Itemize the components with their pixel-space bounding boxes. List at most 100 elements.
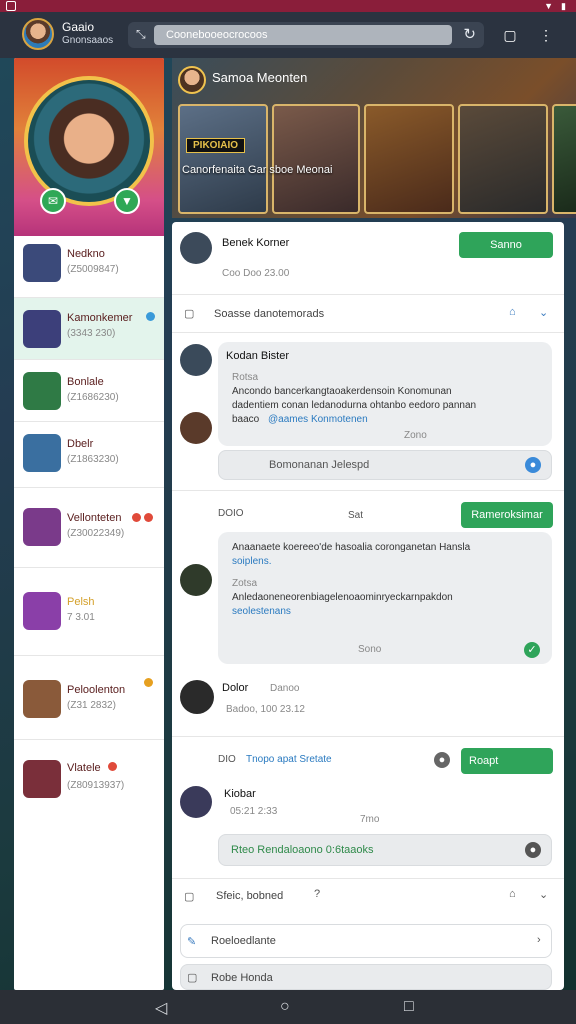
banner-card[interactable] <box>272 104 360 214</box>
game-banner[interactable]: Samoa Meonten PIKOIAIO Canorfenaita Gar … <box>172 58 576 218</box>
top-bar: Gaaio Gnonsaaos ⤡ Coonebooeocrocoos ↻ ▢ … <box>0 12 576 58</box>
sidebar-item-active[interactable]: Kamonkemer (3343 230) <box>14 298 164 360</box>
sidebar-item[interactable]: Pelsh 7 3.01 <box>14 568 164 656</box>
user-name: Gaaio <box>62 20 95 34</box>
square-icon[interactable]: ▢ <box>184 890 194 903</box>
banner-title: Samoa Meonten <box>212 70 308 85</box>
message-right: 7mo <box>360 814 380 825</box>
battery-icon: ▮ <box>561 1 566 11</box>
section-code: DOIO <box>218 508 244 519</box>
send-icon[interactable]: ● <box>525 842 541 858</box>
menu-icon[interactable]: ⋮ <box>536 25 556 45</box>
banner-card[interactable] <box>458 104 548 214</box>
action-row[interactable]: ✎ Roeloedlante › <box>180 924 552 958</box>
message-time: Zono <box>404 430 427 441</box>
sidebar-item[interactable]: Dbelr (Z1863230) <box>14 422 164 488</box>
sidebar-item-name: Vellonteten <box>67 512 122 524</box>
square-icon[interactable]: ▢ <box>184 307 194 320</box>
home-icon[interactable]: ○ <box>280 998 290 1016</box>
search-input[interactable]: Coonebooeocrocoos <box>154 25 452 45</box>
message-line: soiplens. <box>232 556 272 567</box>
banner-card[interactable] <box>178 104 268 214</box>
header-action-button[interactable]: Sanno Woaidan <box>459 232 553 277</box>
expand-icon[interactable]: ⤡ <box>136 27 146 42</box>
wifi-icon: ▼ <box>544 1 554 11</box>
help-icon[interactable]: ? <box>314 888 320 900</box>
online-dot <box>146 312 155 321</box>
contact-name: Benek Korner <box>222 237 290 249</box>
message-line: Anledaoneneorenbiagelenoaominryeckarnpak… <box>232 592 453 603</box>
sidebar-item[interactable]: Vlatele (Z80913937) <box>14 740 164 820</box>
mention-link[interactable]: @aames Konmotenen <box>268 414 368 425</box>
back-icon[interactable]: ◁ <box>155 998 167 1018</box>
divider <box>172 878 564 879</box>
report-button[interactable]: Roapt <box>461 748 553 774</box>
avatar <box>180 232 212 264</box>
window-icon[interactable]: ▢ <box>500 25 520 45</box>
message-icon[interactable]: ✉ <box>40 188 66 214</box>
message-bubble: Kodan Bister Rotsa Ancondo bancerkangtao… <box>218 342 552 446</box>
sidebar-item[interactable]: Peloolenton (Z31 2832) <box>14 656 164 740</box>
sidebar-item[interactable]: Bonlale (Z1686230) <box>14 360 164 422</box>
send-icon[interactable]: ● <box>525 457 541 473</box>
banner-card[interactable] <box>364 104 454 214</box>
reply-input[interactable]: Bomonanan Jelespd ● <box>218 450 552 480</box>
message-author: Kiobar <box>224 788 256 800</box>
avatar <box>180 344 212 376</box>
sidebar-item-sub: (3343 230) <box>67 328 116 339</box>
down-icon[interactable]: ▼ <box>114 188 140 214</box>
home-icon[interactable]: ⌂ <box>509 888 516 900</box>
avatar <box>23 310 61 348</box>
sidebar-item[interactable]: Vellonteten (Z30022349) <box>14 488 164 568</box>
avatar <box>180 564 212 596</box>
avatar <box>180 786 212 818</box>
unread-dot <box>132 513 141 522</box>
user-sub: Badoo, 100 23.12 <box>226 704 305 715</box>
sidebar-item-name: Dbelr <box>67 438 94 450</box>
message-line: Anaanaete koereeo'de hasoalia coronganet… <box>232 542 471 553</box>
message-line: Ancondo bancerkangtaoakerdensoin Konomun… <box>232 386 452 397</box>
section-code: DIO <box>218 754 236 765</box>
chat-sidebar: ✉ ▼ Nedkno (Z5009847) Kamonkemer (3343 2… <box>14 58 164 990</box>
message-line: dadentiem conan ledanodurna ohtanbo eedo… <box>232 400 477 411</box>
profile-hero: ✉ ▼ <box>14 58 164 236</box>
search-bar[interactable]: ⤡ Coonebooeocrocoos ↻ <box>128 22 484 48</box>
refresh-icon[interactable]: ↻ <box>463 25 476 43</box>
unread-dot <box>108 762 117 771</box>
sidebar-item-sub: (Z1863230) <box>67 454 119 465</box>
divider <box>172 332 564 333</box>
square-icon: ▢ <box>187 972 198 984</box>
avatar <box>23 680 61 718</box>
compose-input[interactable]: ▢ Robe Honda <box>180 964 552 990</box>
compose-text: Robe Honda <box>211 972 273 984</box>
chevron-down-icon[interactable]: ⌄ <box>539 306 548 319</box>
system-nav-bar: ◁ ○ □ <box>0 990 576 1024</box>
reply-input[interactable]: Rteo Rendaloaono 0:6taaoks ● <box>218 834 552 866</box>
recents-icon[interactable]: □ <box>404 998 414 1016</box>
sidebar-item[interactable]: Nedkno (Z5009847) <box>14 236 164 298</box>
section-action-button[interactable]: Rameroksimar <box>461 502 553 528</box>
sidebar-item-name: Kamonkemer <box>67 312 133 324</box>
sidebar-item-sub: (Z1686230) <box>67 392 119 403</box>
banner-card[interactable] <box>552 104 576 214</box>
user-avatar[interactable] <box>22 18 54 50</box>
check-icon[interactable]: ✓ <box>524 642 540 658</box>
section-title: Sfeic, bobned <box>216 890 284 902</box>
unread-dot <box>144 513 153 522</box>
notification-icon <box>6 1 16 11</box>
user-name: Dolor <box>222 682 249 694</box>
chevron-down-icon[interactable]: ⌄ <box>539 888 548 901</box>
sidebar-item-sub: (Z31 2832) <box>67 700 116 711</box>
banner-caption: Canorfenaita Gar sboe Meonai <box>182 164 333 176</box>
sidebar-item-sub: (Z30022349) <box>67 528 125 539</box>
sidebar-item-name: Peloolenton <box>67 684 126 696</box>
home-icon[interactable]: ⌂ <box>509 306 516 318</box>
avatar <box>23 434 61 472</box>
message-author: Kodan Bister <box>226 350 289 362</box>
section-link[interactable]: Tnopo apat Sretate <box>246 754 332 765</box>
info-icon[interactable]: ● <box>434 752 450 768</box>
reply-text: Rteo Rendaloaono 0:6taaoks <box>231 844 374 856</box>
hero-avatar[interactable] <box>24 76 154 206</box>
status-bar: ▼ ▮ <box>0 0 576 12</box>
action-row-label: Roeloedlante <box>211 935 276 947</box>
